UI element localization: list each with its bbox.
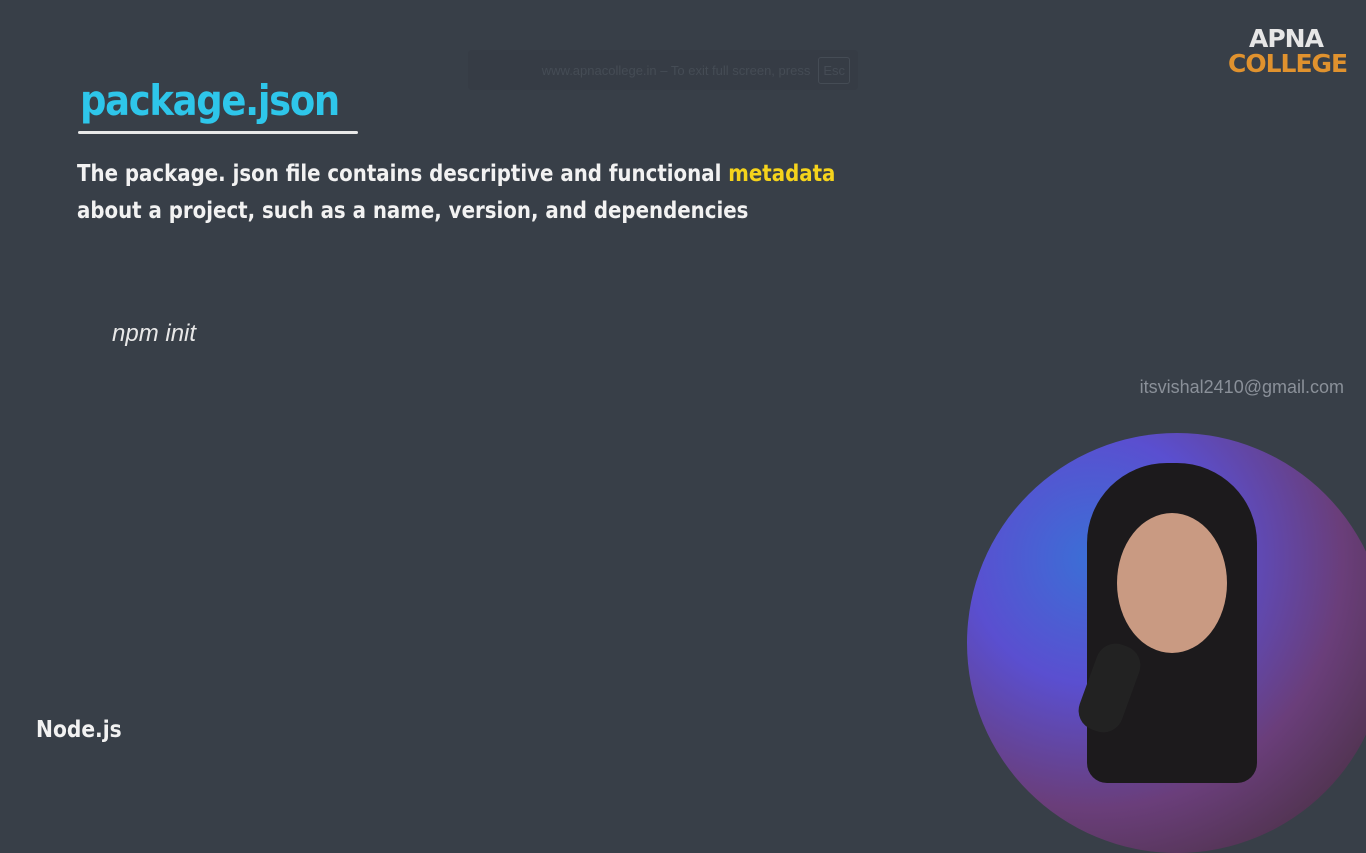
logo-line2: COLLEGE bbox=[1228, 49, 1348, 78]
fullscreen-notice: www.apnacollege.in – To exit full screen… bbox=[468, 50, 858, 90]
highlighted-term: metadata bbox=[728, 161, 836, 187]
presenter-webcam bbox=[967, 433, 1366, 853]
apna-college-logo: APNA COLLEGE bbox=[1228, 24, 1348, 78]
watermark-email: itsvishal2410@gmail.com bbox=[1139, 377, 1344, 397]
fullscreen-notice-text: www.apnacollege.in – To exit full screen… bbox=[541, 62, 811, 78]
course-label: Node.js bbox=[36, 717, 122, 743]
presenter-face bbox=[1117, 513, 1227, 653]
esc-key: Esc bbox=[818, 56, 850, 84]
slide-title: package.json bbox=[80, 76, 340, 125]
description-text: The package. json file contains descript… bbox=[77, 161, 729, 187]
title-underline bbox=[78, 131, 358, 134]
slide-description: The package. json file contains descript… bbox=[77, 156, 1221, 230]
logo-line1: APNA bbox=[1249, 24, 1324, 53]
command-text: npm init bbox=[112, 320, 197, 347]
description-text-continued: about a project, such as a name, version… bbox=[77, 198, 749, 224]
